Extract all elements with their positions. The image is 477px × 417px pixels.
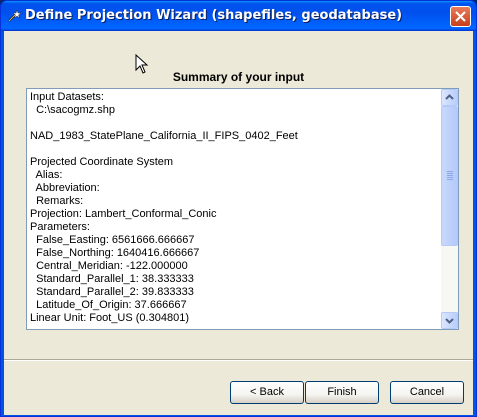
vertical-scrollbar[interactable]	[441, 89, 458, 329]
scroll-up-button[interactable]	[441, 89, 458, 106]
window-title: Define Projection Wizard (shapefiles, ge…	[25, 8, 403, 23]
close-icon	[455, 11, 466, 22]
title-bar[interactable]: Define Projection Wizard (shapefiles, ge…	[1, 1, 476, 31]
summary-line: Remarks:	[30, 195, 84, 207]
close-button[interactable]	[450, 6, 471, 27]
summary-lines: Input Datasets: C:\sacogmz.shp NAD_1983_S…	[30, 91, 434, 325]
summary-line: Projected Coordinate System	[30, 156, 174, 168]
arrow-down-icon	[445, 318, 454, 324]
summary-line: False_Northing: 1640416.666667	[30, 247, 200, 259]
summary-line: Latitude_Of_Origin: 37.666667	[30, 299, 187, 311]
summary-line: Standard_Parallel_2: 39.833333	[30, 286, 194, 298]
summary-line: Parameters:	[30, 221, 90, 233]
cancel-button[interactable]: Cancel	[390, 381, 464, 404]
summary-line: Standard_Parallel_1: 38.333333	[30, 273, 194, 285]
finish-button[interactable]: Finish	[305, 381, 379, 404]
divider	[4, 359, 473, 361]
summary-line: Central_Meridian: -122.000000	[30, 260, 188, 272]
wizard-window: Define Projection Wizard (shapefiles, ge…	[0, 0, 477, 417]
summary-line: Projection: Lambert_Conformal_Conic	[30, 208, 217, 220]
grip-icon	[447, 171, 453, 180]
dialog-body: Summary of your input Input Datasets: C:…	[4, 31, 473, 415]
summary-line: Alias:	[30, 169, 63, 181]
summary-line: Linear Unit: Foot_US (0.304801)	[30, 312, 189, 324]
scroll-down-button[interactable]	[441, 312, 458, 329]
summary-line	[30, 143, 434, 156]
summary-heading: Summary of your input	[172, 70, 305, 84]
wand-icon	[8, 9, 21, 22]
arrow-up-icon	[445, 94, 454, 100]
back-button[interactable]: < Back	[230, 381, 304, 404]
summary-line: Input Datasets:	[30, 91, 104, 103]
scroll-thumb[interactable]	[441, 106, 458, 246]
summary-line: False_Easting: 6561666.666667	[30, 234, 195, 246]
summary-line: NAD_1983_StatePlane_California_II_FIPS_0…	[30, 130, 298, 142]
summary-line: C:\sacogmz.shp	[30, 104, 115, 116]
summary-line	[30, 117, 434, 130]
summary-line: Abbreviation:	[30, 182, 100, 194]
summary-textbox[interactable]: Input Datasets: C:\sacogmz.shp NAD_1983_S…	[26, 88, 459, 330]
